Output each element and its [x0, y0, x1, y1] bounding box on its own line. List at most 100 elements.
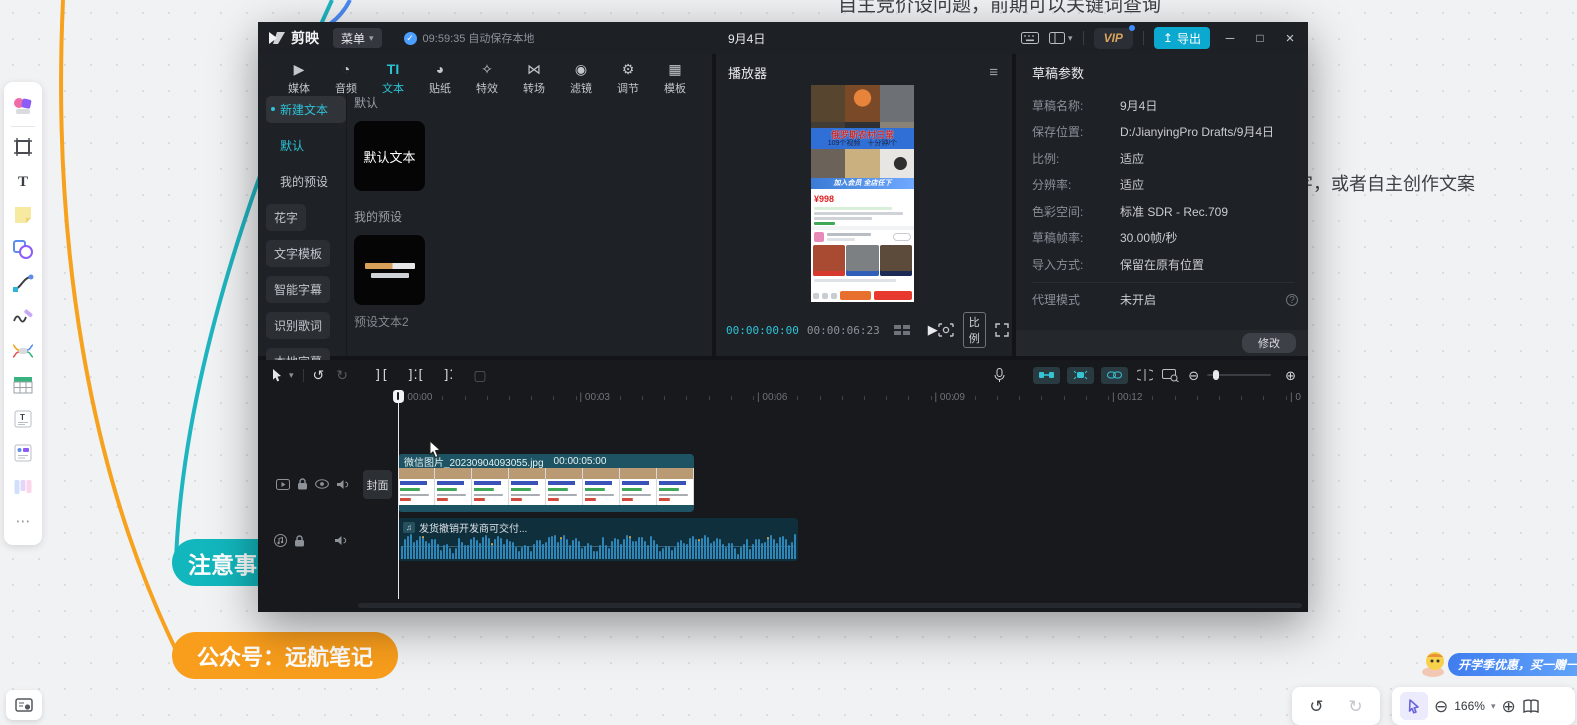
- video-track-icon: [276, 479, 290, 490]
- layout-switch-icon[interactable]: ▾: [1049, 32, 1073, 44]
- default-text-card[interactable]: 默认文本: [354, 121, 425, 191]
- lock-track-icon[interactable]: [294, 535, 305, 547]
- ratio-button[interactable]: 比例: [963, 312, 986, 348]
- help-icon[interactable]: ?: [1286, 294, 1298, 306]
- timeline-scrollbar[interactable]: [358, 603, 1302, 608]
- sidebar-item-default[interactable]: 默认: [266, 132, 346, 159]
- undo-icon[interactable]: ↺: [313, 368, 325, 382]
- shapes-tool-icon[interactable]: [8, 232, 38, 266]
- record-voice-icon[interactable]: [994, 368, 1005, 383]
- frame-preview-icon[interactable]: [894, 324, 910, 336]
- split-icon[interactable]: ][: [374, 369, 388, 382]
- zoom-out-icon[interactable]: ⊖: [1434, 698, 1448, 715]
- close-button[interactable]: ×: [1280, 30, 1300, 47]
- sidebar-item-fancy-text[interactable]: 花字: [266, 204, 306, 231]
- templates-icon[interactable]: [8, 89, 38, 123]
- tab-transitions[interactable]: ⋈转场: [515, 59, 553, 96]
- frame-tool-icon[interactable]: [8, 130, 38, 164]
- play-button[interactable]: ▶: [928, 322, 938, 338]
- chevron-down-icon[interactable]: ▾: [1491, 701, 1496, 712]
- video-preview[interactable]: 俄罗斯农村日常 109个视频 十分钟/个 加入会员 全店任下 ¥998: [811, 85, 914, 302]
- tab-media[interactable]: ▶媒体: [280, 59, 318, 96]
- redo-icon[interactable]: ↻: [1348, 698, 1362, 715]
- mindmap-node-brand[interactable]: 公众号：远航笔记: [172, 632, 398, 679]
- chevron-down-icon[interactable]: ▾: [289, 370, 294, 381]
- split-delete-left-icon[interactable]: ]⁚[: [407, 369, 424, 382]
- mindmap-tool-icon[interactable]: [8, 334, 38, 368]
- playhead-line[interactable]: [398, 391, 399, 599]
- modify-button[interactable]: 修改: [1242, 333, 1296, 353]
- sidebar-item-new-text[interactable]: 新建文本: [266, 96, 346, 123]
- maximize-button[interactable]: □: [1250, 31, 1270, 45]
- timeline-ruler[interactable]: | 00:00| 00:03| 00:06| 00:09| 00:12| 0: [258, 391, 1308, 406]
- connector-tool-icon[interactable]: [8, 266, 38, 300]
- vip-badge[interactable]: VIP: [1094, 28, 1133, 49]
- global-preview-zoom-icon[interactable]: [1162, 369, 1179, 382]
- cover-button[interactable]: 封面: [363, 470, 392, 499]
- sidebar-item-smart-captions[interactable]: 智能字幕: [266, 276, 330, 303]
- mute-track-icon[interactable]: [336, 479, 349, 490]
- preview-thumb: [845, 85, 879, 122]
- preview-member-banner: 加入会员 全店任下: [811, 178, 914, 189]
- select-cursor-button[interactable]: [1400, 692, 1428, 720]
- audio-track-icon: [274, 534, 287, 547]
- preview-quality-icon[interactable]: [938, 323, 954, 337]
- tab-adjust[interactable]: ⚙调节: [609, 59, 647, 96]
- text-doc-tool-icon[interactable]: T: [8, 402, 38, 436]
- select-tool-icon[interactable]: [271, 368, 284, 382]
- linkage-toggle[interactable]: [1101, 367, 1128, 384]
- video-clip[interactable]: 微信图片_20230904093055.jpg 00:00:05:00: [398, 454, 694, 512]
- auto-snap-toggle[interactable]: [1067, 367, 1094, 384]
- kanban-tool-icon[interactable]: [8, 470, 38, 504]
- playhead-handle[interactable]: [393, 390, 404, 403]
- lock-track-icon[interactable]: [297, 478, 308, 490]
- param-row: 导入方式:保留在原有位置: [1032, 251, 1294, 278]
- tab-audio[interactable]: ◔音频: [327, 59, 365, 96]
- sticky-note-tool-icon[interactable]: [8, 198, 38, 232]
- slider-handle[interactable]: [1213, 370, 1219, 380]
- zoom-level[interactable]: 166%: [1454, 699, 1485, 713]
- tab-filters[interactable]: ◉滤镜: [562, 59, 600, 96]
- pages-book-icon[interactable]: [1522, 699, 1540, 714]
- menu-button[interactable]: 菜单 ▾: [333, 28, 382, 48]
- table-tool-icon[interactable]: [8, 368, 38, 402]
- tab-effects[interactable]: ✧特效: [468, 59, 506, 96]
- sidebar-item-text-templates[interactable]: 文字模板: [266, 240, 330, 267]
- audio-clip[interactable]: ♫ 发货撤销开发商可交付...: [398, 518, 798, 561]
- pen-tool-icon[interactable]: [8, 300, 38, 334]
- sidebar-item-lyrics-recognition[interactable]: 识别歌词: [266, 312, 330, 339]
- filter-icon: ◉: [575, 61, 587, 78]
- text-tool-icon[interactable]: T: [8, 164, 38, 198]
- player-menu-icon[interactable]: ≡: [989, 64, 998, 81]
- sidebar-item-my-presets[interactable]: 我的预设: [266, 168, 346, 195]
- main-track-magnet-toggle[interactable]: [1033, 367, 1060, 384]
- preview-axis-icon[interactable]: [1137, 369, 1153, 381]
- zoom-in-icon[interactable]: ⊕: [1501, 698, 1515, 715]
- export-button[interactable]: ↥导出: [1154, 27, 1210, 49]
- tab-text[interactable]: TI文本: [374, 59, 412, 96]
- mute-track-icon[interactable]: [334, 535, 347, 546]
- promo-banner[interactable]: 开学季优惠，买一赠一: [1448, 653, 1577, 676]
- shortcut-keyboard-icon[interactable]: [1021, 32, 1039, 44]
- split-delete-right-icon[interactable]: ]⁚: [442, 369, 452, 382]
- timeline-zoom-out-icon[interactable]: ⊖: [1188, 369, 1199, 382]
- preset-text-card[interactable]: [354, 235, 425, 305]
- more-tools-icon[interactable]: ⋯: [8, 504, 38, 538]
- doc-card-tool-icon[interactable]: [8, 436, 38, 470]
- preview-thumb: [811, 149, 845, 178]
- titlebar-actions: ▾ VIP ↥导出 ─ □ ×: [1021, 27, 1300, 49]
- presentation-settings-button[interactable]: [6, 690, 42, 720]
- video-clip-thumbnails: [398, 468, 694, 505]
- tab-templates[interactable]: ▦模板: [656, 59, 694, 96]
- audio-waveform: [401, 533, 795, 559]
- minimize-button[interactable]: ─: [1220, 31, 1240, 45]
- timeline-zoom-in-icon[interactable]: ⊕: [1285, 369, 1296, 382]
- app-logo: 剪映: [268, 28, 319, 48]
- delete-icon[interactable]: ▢: [473, 368, 486, 382]
- tab-stickers[interactable]: ◕贴纸: [421, 59, 459, 96]
- timeline-zoom-slider[interactable]: [1207, 374, 1271, 376]
- redo-icon[interactable]: ↻: [336, 368, 348, 382]
- undo-icon[interactable]: ↺: [1309, 698, 1323, 715]
- hide-track-icon[interactable]: [315, 479, 329, 489]
- fullscreen-icon[interactable]: [995, 323, 1009, 337]
